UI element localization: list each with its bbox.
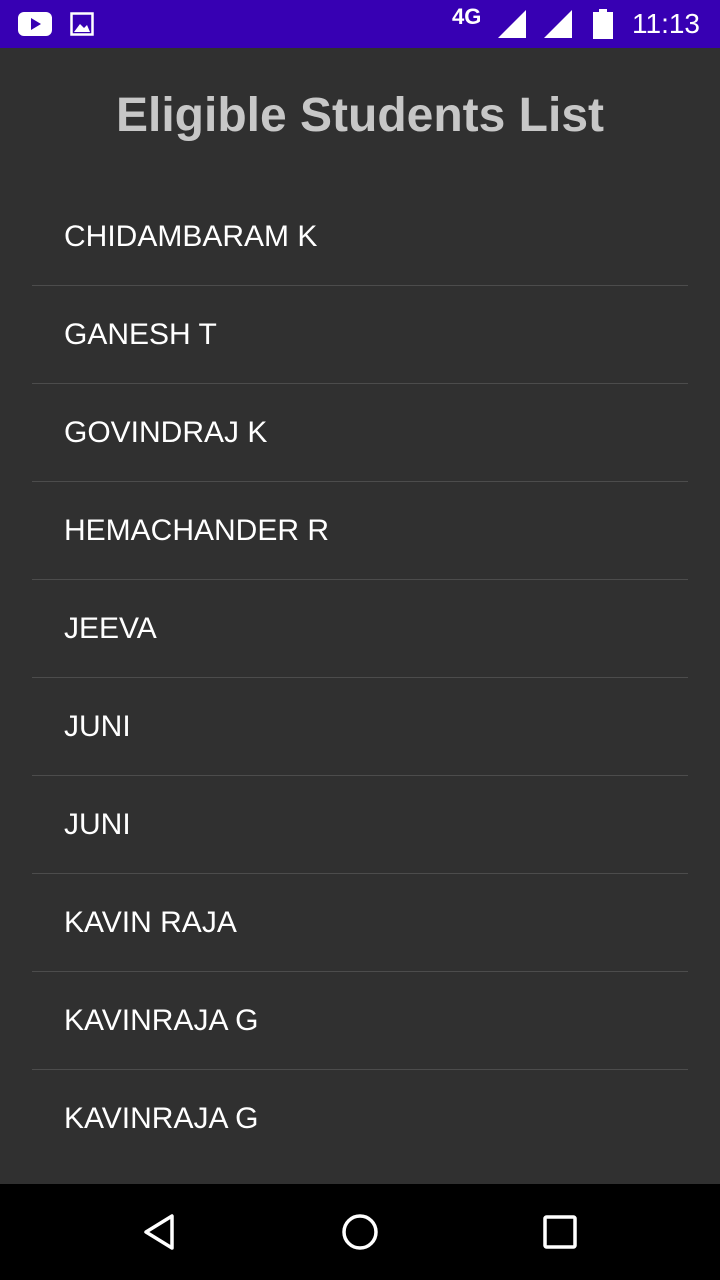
gallery-icon <box>70 0 94 48</box>
back-button[interactable] <box>136 1208 184 1256</box>
list-item[interactable]: KAVINRAJA G <box>32 972 688 1070</box>
student-name: JUNI <box>64 808 131 841</box>
list-item[interactable]: JUNI <box>32 776 688 874</box>
student-name: HEMACHANDER R <box>64 514 330 547</box>
list-item[interactable]: JUNI <box>32 678 688 776</box>
wifi-signal-icon <box>542 0 574 48</box>
student-name: KAVINRAJA G <box>64 1004 259 1037</box>
back-icon <box>144 1214 174 1250</box>
youtube-icon <box>18 0 52 48</box>
navigation-bar <box>0 1184 720 1280</box>
recent-apps-icon <box>543 1215 577 1249</box>
list-item[interactable]: GOVINDRAJ K <box>32 384 688 482</box>
list-item[interactable]: GANESH T <box>32 286 688 384</box>
student-name: KAVIN RAJA <box>64 906 237 939</box>
battery-icon <box>592 0 614 48</box>
student-list: CHIDAMBARAM K GANESH T GOVINDRAJ K HEMAC… <box>32 188 688 1167</box>
list-item[interactable]: JEEVA <box>32 580 688 678</box>
network-type: 4G <box>452 4 482 29</box>
home-button[interactable] <box>336 1208 384 1256</box>
student-name: JUNI <box>64 710 131 743</box>
list-item[interactable]: KAVINRAJA G <box>32 1070 688 1167</box>
student-name: JEEVA <box>64 612 157 645</box>
list-item[interactable]: KAVIN RAJA <box>32 874 688 972</box>
student-name: KAVINRAJA G <box>64 1102 259 1135</box>
status-time: 11:13 <box>632 8 700 39</box>
student-name: GOVINDRAJ K <box>64 416 268 449</box>
home-icon <box>342 1214 378 1250</box>
page-title: Eligible Students List <box>115 89 605 142</box>
signal-icon <box>496 0 528 48</box>
student-name: CHIDAMBARAM K <box>64 220 318 253</box>
recent-apps-button[interactable] <box>536 1208 584 1256</box>
student-name: GANESH T <box>64 318 217 351</box>
list-item[interactable]: HEMACHANDER R <box>32 482 688 580</box>
status-bar: 4G 11:13 <box>0 0 720 48</box>
list-item[interactable]: CHIDAMBARAM K <box>32 188 688 286</box>
